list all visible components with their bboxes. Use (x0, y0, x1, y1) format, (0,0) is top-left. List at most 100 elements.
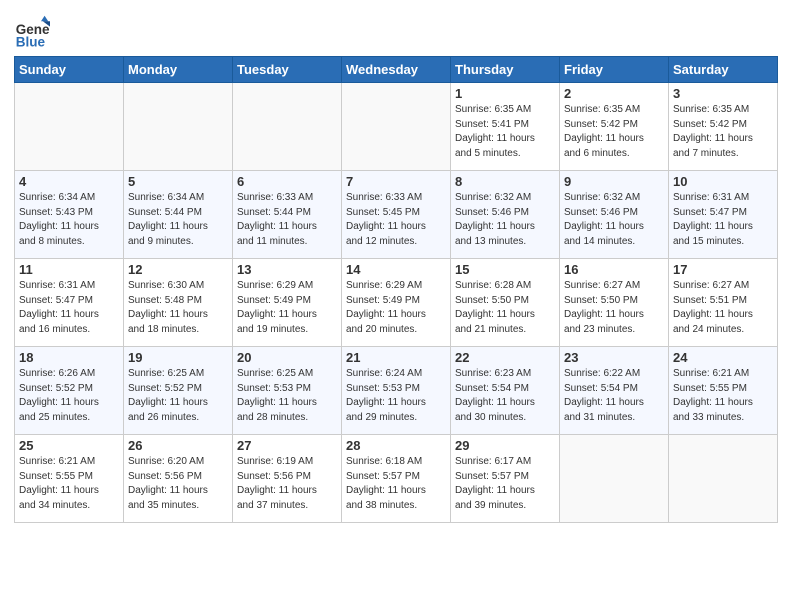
weekday-header-sunday: Sunday (15, 57, 124, 83)
calendar-cell: 14Sunrise: 6:29 AM Sunset: 5:49 PM Dayli… (342, 259, 451, 347)
weekday-header-row: SundayMondayTuesdayWednesdayThursdayFrid… (15, 57, 778, 83)
week-row-1: 4 Sunrise: 6:34 AM Sunset: 5:43 PM Daylig… (15, 171, 778, 259)
calendar-cell: 12 Sunrise: 6:30 AM Sunset: 5:48 PM Dayli… (124, 259, 233, 347)
day-info: Sunrise: 6:33 AM Sunset: 5:45 PM Dayligh… (346, 191, 446, 249)
day-info: Sunrise: 6:25 AM Sunset: 5:53 PM Dayligh… (237, 367, 337, 425)
day-number: 20 (237, 350, 337, 365)
calendar-cell: 25 Sunrise: 6:21 AM Sunset: 5:55 PM Dayli… (15, 435, 124, 523)
calendar-cell: 18Sunrise: 6:26 AM Sunset: 5:52 PM Dayli… (15, 347, 124, 435)
calendar-cell: 23 Sunrise: 6:22 AM Sunset: 5:54 PM Dayli… (560, 347, 669, 435)
day-number: 26 (128, 438, 228, 453)
day-info: Sunrise: 6:35 AM Sunset: 5:41 PM Dayligh… (455, 103, 555, 161)
calendar-cell: 21Sunrise: 6:24 AM Sunset: 5:53 PM Dayli… (342, 347, 451, 435)
logo: General Blue (14, 14, 52, 50)
day-number: 6 (237, 174, 337, 189)
week-row-2: 11Sunrise: 6:31 AM Sunset: 5:47 PM Dayli… (15, 259, 778, 347)
day-number: 4 (19, 174, 119, 189)
day-info: Sunrise: 6:35 AM Sunset: 5:42 PM Dayligh… (564, 103, 664, 161)
day-number: 27 (237, 438, 337, 453)
day-number: 2 (564, 86, 664, 101)
weekday-header-friday: Friday (560, 57, 669, 83)
day-number: 15 (455, 262, 555, 277)
calendar-cell: 24Sunrise: 6:21 AM Sunset: 5:55 PM Dayli… (669, 347, 778, 435)
weekday-header-saturday: Saturday (669, 57, 778, 83)
calendar-cell: 13 Sunrise: 6:29 AM Sunset: 5:49 PM Dayli… (233, 259, 342, 347)
day-number: 18 (19, 350, 119, 365)
day-number: 24 (673, 350, 773, 365)
calendar-cell: 6 Sunrise: 6:33 AM Sunset: 5:44 PM Daylig… (233, 171, 342, 259)
day-number: 13 (237, 262, 337, 277)
day-number: 9 (564, 174, 664, 189)
day-info: Sunrise: 6:27 AM Sunset: 5:51 PM Dayligh… (673, 279, 773, 337)
weekday-header-wednesday: Wednesday (342, 57, 451, 83)
day-info: Sunrise: 6:32 AM Sunset: 5:46 PM Dayligh… (564, 191, 664, 249)
day-info: Sunrise: 6:17 AM Sunset: 5:57 PM Dayligh… (455, 455, 555, 513)
day-info: Sunrise: 6:30 AM Sunset: 5:48 PM Dayligh… (128, 279, 228, 337)
calendar-cell: 10 Sunrise: 6:31 AM Sunset: 5:47 PM Dayli… (669, 171, 778, 259)
calendar-cell: 28 Sunrise: 6:18 AM Sunset: 5:57 PM Dayli… (342, 435, 451, 523)
weekday-header-tuesday: Tuesday (233, 57, 342, 83)
calendar-cell: 3Sunrise: 6:35 AM Sunset: 5:42 PM Daylig… (669, 83, 778, 171)
calendar-cell (669, 435, 778, 523)
day-number: 1 (455, 86, 555, 101)
calendar-cell: 17 Sunrise: 6:27 AM Sunset: 5:51 PM Dayli… (669, 259, 778, 347)
day-number: 23 (564, 350, 664, 365)
calendar-cell: 2 Sunrise: 6:35 AM Sunset: 5:42 PM Daylig… (560, 83, 669, 171)
calendar-cell (233, 83, 342, 171)
day-info: Sunrise: 6:18 AM Sunset: 5:57 PM Dayligh… (346, 455, 446, 513)
calendar-cell: 29 Sunrise: 6:17 AM Sunset: 5:57 PM Dayli… (451, 435, 560, 523)
calendar: SundayMondayTuesdayWednesdayThursdayFrid… (14, 56, 778, 523)
day-number: 16 (564, 262, 664, 277)
day-info: Sunrise: 6:22 AM Sunset: 5:54 PM Dayligh… (564, 367, 664, 425)
calendar-cell: 27Sunrise: 6:19 AM Sunset: 5:56 PM Dayli… (233, 435, 342, 523)
day-info: Sunrise: 6:28 AM Sunset: 5:50 PM Dayligh… (455, 279, 555, 337)
calendar-cell: 8 Sunrise: 6:32 AM Sunset: 5:46 PM Daylig… (451, 171, 560, 259)
calendar-cell (124, 83, 233, 171)
calendar-cell: 1 Sunrise: 6:35 AM Sunset: 5:41 PM Daylig… (451, 83, 560, 171)
day-number: 17 (673, 262, 773, 277)
day-info: Sunrise: 6:32 AM Sunset: 5:46 PM Dayligh… (455, 191, 555, 249)
day-info: Sunrise: 6:24 AM Sunset: 5:53 PM Dayligh… (346, 367, 446, 425)
calendar-cell (560, 435, 669, 523)
day-number: 8 (455, 174, 555, 189)
week-row-3: 18Sunrise: 6:26 AM Sunset: 5:52 PM Dayli… (15, 347, 778, 435)
day-number: 29 (455, 438, 555, 453)
day-number: 10 (673, 174, 773, 189)
calendar-cell: 9 Sunrise: 6:32 AM Sunset: 5:46 PM Daylig… (560, 171, 669, 259)
calendar-cell: 16 Sunrise: 6:27 AM Sunset: 5:50 PM Dayli… (560, 259, 669, 347)
day-info: Sunrise: 6:23 AM Sunset: 5:54 PM Dayligh… (455, 367, 555, 425)
calendar-cell: 4 Sunrise: 6:34 AM Sunset: 5:43 PM Daylig… (15, 171, 124, 259)
day-number: 19 (128, 350, 228, 365)
day-info: Sunrise: 6:34 AM Sunset: 5:44 PM Dayligh… (128, 191, 228, 249)
week-row-0: 1 Sunrise: 6:35 AM Sunset: 5:41 PM Daylig… (15, 83, 778, 171)
weekday-header-monday: Monday (124, 57, 233, 83)
day-info: Sunrise: 6:25 AM Sunset: 5:52 PM Dayligh… (128, 367, 228, 425)
header: General Blue (14, 10, 778, 50)
page: General Blue SundayMondayTuesdayWednesda… (0, 0, 792, 612)
day-info: Sunrise: 6:29 AM Sunset: 5:49 PM Dayligh… (237, 279, 337, 337)
day-number: 11 (19, 262, 119, 277)
calendar-cell: 26 Sunrise: 6:20 AM Sunset: 5:56 PM Dayli… (124, 435, 233, 523)
calendar-cell: 7 Sunrise: 6:33 AM Sunset: 5:45 PM Daylig… (342, 171, 451, 259)
weekday-header-thursday: Thursday (451, 57, 560, 83)
logo-icon: General Blue (14, 14, 50, 50)
day-info: Sunrise: 6:34 AM Sunset: 5:43 PM Dayligh… (19, 191, 119, 249)
calendar-cell (15, 83, 124, 171)
day-info: Sunrise: 6:27 AM Sunset: 5:50 PM Dayligh… (564, 279, 664, 337)
day-number: 12 (128, 262, 228, 277)
calendar-cell: 11Sunrise: 6:31 AM Sunset: 5:47 PM Dayli… (15, 259, 124, 347)
day-number: 14 (346, 262, 446, 277)
day-number: 7 (346, 174, 446, 189)
day-number: 25 (19, 438, 119, 453)
day-info: Sunrise: 6:33 AM Sunset: 5:44 PM Dayligh… (237, 191, 337, 249)
calendar-cell: 19 Sunrise: 6:25 AM Sunset: 5:52 PM Dayli… (124, 347, 233, 435)
week-row-4: 25 Sunrise: 6:21 AM Sunset: 5:55 PM Dayli… (15, 435, 778, 523)
calendar-cell (342, 83, 451, 171)
calendar-cell: 15 Sunrise: 6:28 AM Sunset: 5:50 PM Dayli… (451, 259, 560, 347)
day-info: Sunrise: 6:21 AM Sunset: 5:55 PM Dayligh… (19, 455, 119, 513)
day-info: Sunrise: 6:20 AM Sunset: 5:56 PM Dayligh… (128, 455, 228, 513)
day-number: 28 (346, 438, 446, 453)
day-info: Sunrise: 6:31 AM Sunset: 5:47 PM Dayligh… (673, 191, 773, 249)
day-number: 3 (673, 86, 773, 101)
calendar-cell: 20 Sunrise: 6:25 AM Sunset: 5:53 PM Dayli… (233, 347, 342, 435)
